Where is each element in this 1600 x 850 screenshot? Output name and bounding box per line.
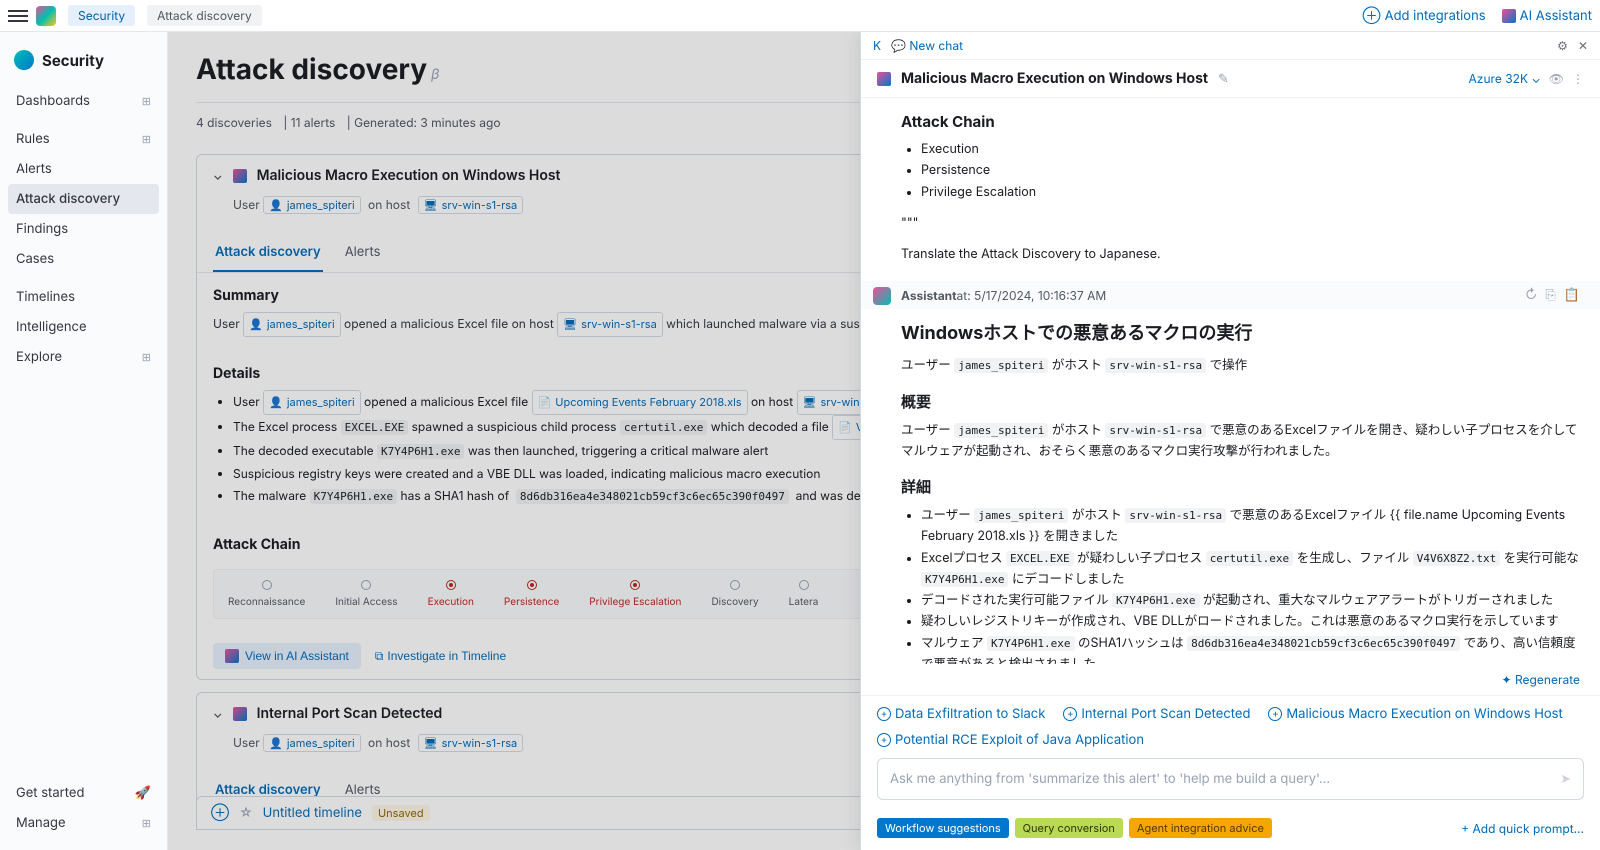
sidebar-item-findings[interactable]: Findings	[8, 214, 159, 244]
security-logo-icon	[14, 50, 34, 70]
ai-assistant-link[interactable]: AI Assistant	[1502, 8, 1592, 24]
new-chat-button[interactable]: 💬 New chat	[891, 38, 963, 53]
assistant-avatar-icon	[873, 287, 891, 305]
copy-icon[interactable]: ⎘	[1545, 287, 1555, 303]
panel-title: Malicious Macro Execution on Windows Hos…	[901, 70, 1208, 87]
sidebar: Security Dashboards⊞ Rules⊞ Alerts Attac…	[0, 32, 168, 850]
chat-input[interactable]: Ask me anything from 'summarize this ale…	[877, 758, 1584, 800]
back-icon[interactable]: K	[873, 38, 881, 53]
assistant-header: Assistant at: 5/17/2024, 10:16:37 AM ↻ ⎘…	[861, 281, 1600, 309]
user-message: Translate the Attack Discovery to Japane…	[901, 244, 1580, 265]
ai-assistant-panel: K 💬 New chat ⚙ ✕ Malicious Macro Executi…	[860, 32, 1600, 850]
suggestion-chip[interactable]: +Data Exfiltration to Slack	[877, 706, 1045, 722]
connector-select[interactable]: Azure 32K ⌄	[1469, 71, 1541, 86]
suggestions: +Data Exfiltration to Slack +Internal Por…	[861, 695, 1600, 758]
ai-icon	[877, 72, 891, 86]
more-icon[interactable]: ⋮	[1572, 71, 1584, 86]
tag-query[interactable]: Query conversion	[1015, 818, 1123, 838]
sidebar-item-attack-discovery[interactable]: Attack discovery	[8, 184, 159, 214]
sidebar-item-explore[interactable]: Explore⊞	[8, 342, 159, 372]
sidebar-item-manage[interactable]: Manage⊞	[8, 808, 159, 838]
sidebar-title: Security	[8, 44, 159, 76]
tag-agent[interactable]: Agent integration advice	[1129, 818, 1272, 838]
add-integrations-link[interactable]: ⊕ Add integrations	[1363, 8, 1486, 24]
clipboard-icon[interactable]: 📋	[1564, 287, 1580, 303]
attack-chain-heading: Attack Chain	[901, 112, 1580, 131]
sidebar-item-get-started[interactable]: Get started🚀	[8, 778, 159, 808]
jp-title: Windowsホストでの悪意あるマクロの実行	[901, 319, 1580, 345]
suggestion-chip[interactable]: +Malicious Macro Execution on Windows Ho…	[1268, 706, 1562, 722]
settings-icon[interactable]: ⚙	[1557, 38, 1568, 53]
breadcrumb-security[interactable]: Security	[68, 5, 135, 26]
menu-toggle[interactable]	[8, 6, 28, 26]
add-quick-prompt[interactable]: + Add quick prompt…	[1461, 821, 1584, 836]
edit-title-icon[interactable]: ✎	[1218, 71, 1229, 87]
suggestion-chip[interactable]: +Internal Port Scan Detected	[1063, 706, 1250, 722]
sidebar-item-dashboards[interactable]: Dashboards⊞	[8, 86, 159, 116]
elastic-logo	[36, 6, 56, 26]
tag-workflow[interactable]: Workflow suggestions	[877, 818, 1009, 838]
sidebar-item-alerts[interactable]: Alerts	[8, 154, 159, 184]
ai-icon	[1502, 9, 1516, 23]
sidebar-item-cases[interactable]: Cases	[8, 244, 159, 274]
visibility-icon[interactable]: 👁	[1549, 71, 1564, 86]
sidebar-item-intelligence[interactable]: Intelligence	[8, 312, 159, 342]
regenerate-button[interactable]: ✦ Regenerate	[861, 664, 1600, 695]
close-icon[interactable]: ✕	[1578, 38, 1588, 53]
sidebar-item-rules[interactable]: Rules⊞	[8, 124, 159, 154]
topbar: Security Attack discovery ⊕ Add integrat…	[0, 0, 1600, 32]
sidebar-item-timelines[interactable]: Timelines	[8, 282, 159, 312]
suggestion-chip[interactable]: +Potential RCE Exploit of Java Applicati…	[877, 732, 1144, 748]
refresh-icon[interactable]: ↻	[1525, 287, 1537, 303]
breadcrumb-attack-discovery[interactable]: Attack discovery	[147, 5, 262, 26]
send-icon[interactable]: ➤	[1560, 771, 1571, 787]
